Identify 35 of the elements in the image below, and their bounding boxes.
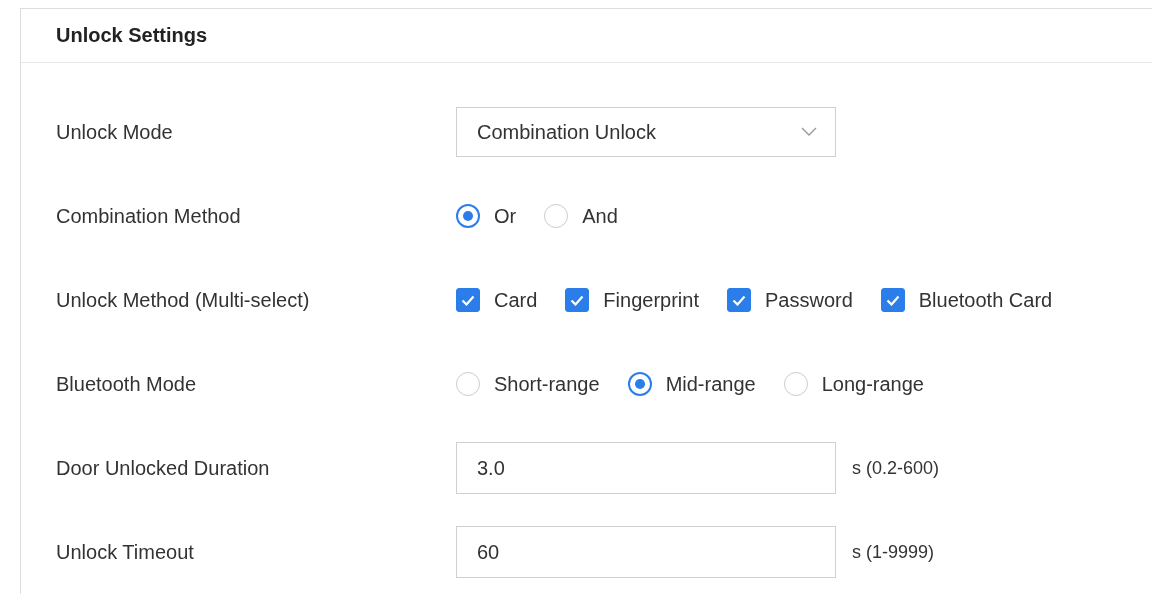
field-label: Unlock Mode (55, 120, 174, 144)
checkbox[interactable] (880, 288, 905, 312)
radio-label[interactable]: Or (494, 204, 517, 228)
input-field[interactable]: 60 (456, 526, 836, 578)
field-label: Unlock Timeout (55, 540, 195, 564)
field-label: Unlock Method (Multi-select) (55, 288, 311, 312)
checkbox[interactable] (565, 288, 590, 312)
radio-label[interactable]: Short-range (494, 372, 600, 396)
section-title: Unlock Settings (56, 24, 208, 47)
checkbox[interactable] (456, 288, 480, 312)
radio-button[interactable] (783, 372, 808, 396)
checkmark-icon (885, 294, 900, 306)
checkbox-label[interactable]: Password (764, 288, 853, 312)
checkmark-icon (731, 294, 746, 306)
checkbox-label[interactable]: Bluetooth Card (918, 288, 1053, 312)
field-label: Bluetooth Mode (55, 372, 198, 396)
checkbox-label[interactable]: Fingerprint (603, 288, 699, 312)
unit-hint: s (0.2-600) (852, 457, 940, 479)
chevron-down-icon (801, 127, 817, 137)
field-label: Combination Method (55, 204, 242, 228)
radio-button[interactable] (456, 372, 480, 396)
checkbox-label[interactable]: Card (494, 288, 538, 312)
input-field[interactable]: 3.0 (456, 442, 836, 494)
checkmark-icon (570, 294, 585, 306)
radio-button[interactable] (627, 372, 652, 396)
unlock-mode-dropdown[interactable]: Combination Unlock (456, 107, 836, 157)
radio-label[interactable]: And (582, 204, 618, 228)
radio-label[interactable]: Long-range (821, 372, 924, 396)
checkbox[interactable] (726, 288, 751, 312)
field-label: Door Unlocked Duration (55, 456, 271, 480)
radio-label[interactable]: Mid-range (665, 372, 756, 396)
radio-button[interactable] (544, 204, 569, 228)
checkmark-icon (461, 294, 475, 306)
radio-button[interactable] (456, 204, 480, 228)
unit-hint: s (1-9999) (852, 541, 935, 563)
